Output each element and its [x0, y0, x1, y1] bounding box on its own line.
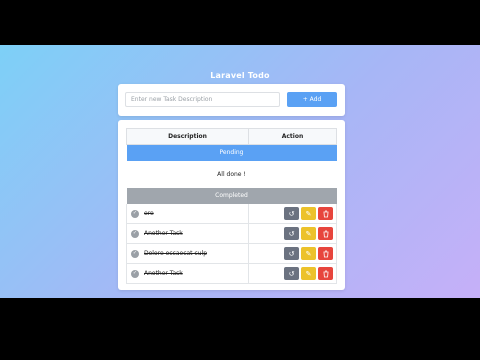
task-description-cell: ✓ Another Task [126, 263, 249, 284]
table-row: ✓ Another Task ↺ ✎ [126, 223, 337, 244]
trash-icon [323, 230, 328, 237]
task-description-cell: ✓ Another Task [126, 223, 249, 244]
task-actions-cell: ↺ ✎ [248, 243, 337, 264]
pending-section-label: Pending [126, 144, 337, 161]
add-task-button[interactable]: + Add [287, 92, 337, 107]
task-description-input[interactable] [125, 92, 280, 107]
trash-icon [323, 210, 328, 217]
undo-button[interactable]: ↺ [284, 247, 299, 260]
table-row: ✓ ere ↺ ✎ [126, 203, 337, 224]
table-header-row: Description Action [126, 128, 337, 145]
undo-icon: ↺ [288, 229, 295, 238]
pending-empty-row: All done ! [127, 161, 337, 188]
task-text: Another Task [144, 270, 183, 277]
task-table: Description Action Pending All done ! Co… [126, 128, 337, 284]
task-actions-cell: ↺ ✎ [248, 263, 337, 284]
table-row: ✓ Another Task ↺ ✎ [126, 263, 337, 284]
task-text: ere [144, 210, 154, 217]
check-circle-icon: ✓ [131, 229, 139, 238]
delete-button[interactable] [318, 207, 333, 220]
task-actions-cell: ↺ ✎ [248, 203, 337, 224]
pencil-icon: ✎ [305, 249, 312, 258]
completed-section-row: Completed [126, 187, 337, 204]
task-table-card: Description Action Pending All done ! Co… [118, 120, 345, 290]
pencil-icon: ✎ [305, 209, 312, 218]
app-viewport: Laravel Todo + Add Description Action Pe… [0, 45, 480, 298]
undo-button[interactable]: ↺ [284, 207, 299, 220]
trash-icon [323, 270, 328, 277]
description-header: Description [126, 128, 249, 145]
trash-icon [323, 250, 328, 257]
undo-button[interactable]: ↺ [284, 267, 299, 280]
undo-icon: ↺ [288, 209, 295, 218]
table-row: ✓ Dolore occaecat culp ↺ ✎ [126, 243, 337, 264]
delete-button[interactable] [318, 267, 333, 280]
task-description-cell: ✓ Dolore occaecat culp [126, 243, 249, 264]
completed-section-label: Completed [126, 187, 337, 204]
action-header: Action [248, 128, 337, 145]
pencil-icon: ✎ [305, 269, 312, 278]
pending-section-row: Pending [126, 144, 337, 161]
task-text: Dolore occaecat culp [144, 250, 208, 257]
undo-button[interactable]: ↺ [284, 227, 299, 240]
check-circle-icon: ✓ [131, 269, 139, 278]
add-button-label: + Add [302, 96, 322, 103]
undo-icon: ↺ [288, 269, 295, 278]
pencil-icon: ✎ [305, 229, 312, 238]
undo-icon: ↺ [288, 249, 295, 258]
add-task-card: + Add [118, 84, 345, 116]
app-title: Laravel Todo [210, 71, 270, 80]
task-description-cell: ✓ ere [126, 203, 249, 224]
task-actions-cell: ↺ ✎ [248, 223, 337, 244]
pending-empty-message: All done ! [217, 170, 246, 178]
edit-button[interactable]: ✎ [301, 247, 316, 260]
check-circle-icon: ✓ [131, 249, 139, 258]
delete-button[interactable] [318, 227, 333, 240]
edit-button[interactable]: ✎ [301, 207, 316, 220]
check-circle-icon: ✓ [131, 209, 139, 218]
delete-button[interactable] [318, 247, 333, 260]
edit-button[interactable]: ✎ [301, 227, 316, 240]
task-text: Another Task [144, 230, 183, 237]
edit-button[interactable]: ✎ [301, 267, 316, 280]
